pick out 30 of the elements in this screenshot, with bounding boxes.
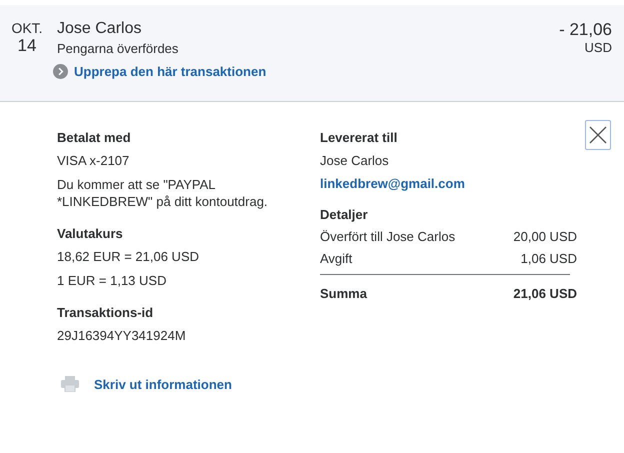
detail-value: 20,00 USD <box>513 229 577 244</box>
close-button[interactable] <box>585 120 611 150</box>
detail-text: 29J16394YY341924M <box>57 327 187 344</box>
status-text: Pengarna överfördes <box>57 41 180 56</box>
repeat-link[interactable]: Upprepa den här transaktionen <box>53 64 560 79</box>
date-month: OKT. <box>11 20 43 36</box>
section-heading: Levererat till <box>320 130 398 145</box>
detail-label: Avgift <box>320 251 352 266</box>
detail-text: 18,62 EUR = 21,06 USD <box>57 248 200 265</box>
recipient-name: Jose Carlos <box>320 152 390 169</box>
detail-text: VISA x-2107 <box>57 152 130 169</box>
section-heading: Transaktions-id <box>57 305 154 320</box>
printer-icon <box>61 376 79 392</box>
date-day: 14 <box>18 36 36 56</box>
currency: USD <box>584 40 612 55</box>
detail-text: Du kommer att se "PAYPAL *LINKEDBREW" på ditt kontoutdrag. <box>57 176 269 210</box>
section-heading: Detaljer <box>320 207 369 222</box>
chevron-icon <box>53 64 68 79</box>
total-value: 21,06 USD <box>513 286 577 301</box>
detail-label: Överfört till Jose Carlos <box>320 229 456 244</box>
payee-name: Jose Carlos <box>57 20 142 38</box>
email-link[interactable]: linkedbrew@gmail.com <box>320 176 577 191</box>
section-heading: Valutakurs <box>57 226 124 241</box>
detail-text: 1 EUR = 1,13 USD <box>57 272 168 289</box>
close-icon <box>588 125 608 145</box>
amount: - 21,06 <box>559 20 612 40</box>
print-link[interactable]: Skriv ut informationen <box>61 376 232 392</box>
section-heading: Betalat med <box>57 130 132 145</box>
total-label: Summa <box>320 286 367 301</box>
detail-value: 1,06 USD <box>520 251 577 266</box>
